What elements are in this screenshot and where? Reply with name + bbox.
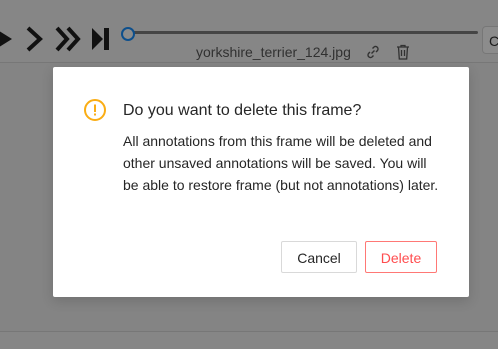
cancel-button[interactable]: Cancel (281, 241, 357, 273)
exclamation-circle-icon (83, 98, 107, 122)
dialog-message: All annotations from this frame will be … (123, 133, 439, 193)
delete-frame-dialog: Do you want to delete this frame? All an… (53, 67, 469, 297)
delete-button[interactable]: Delete (365, 241, 437, 273)
dialog-title: Do you want to delete this frame? (123, 102, 362, 119)
